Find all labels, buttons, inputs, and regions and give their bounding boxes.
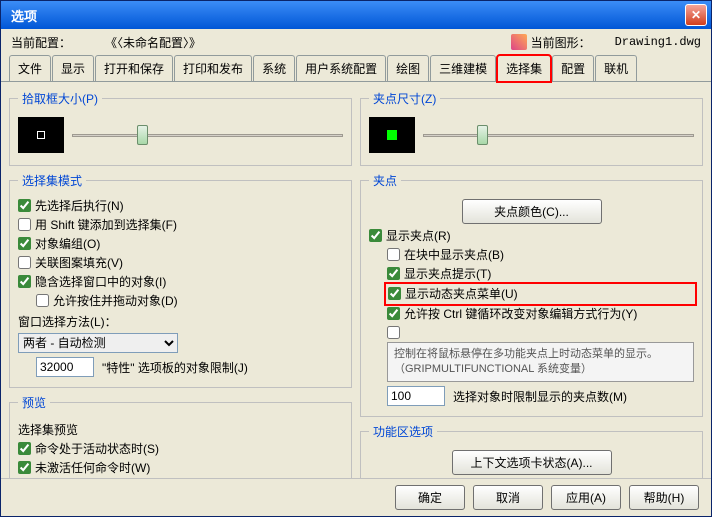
properties-limit-input[interactable] <box>36 357 94 377</box>
tab-plot[interactable]: 打印和发布 <box>174 55 252 81</box>
gripsize-group: 夹点尺寸(Z) <box>360 90 703 166</box>
ribbon-group: 功能区选项 上下文选项卡状态(A)... <box>360 423 703 478</box>
selection-preview-sub: 选择集预览 <box>18 421 343 438</box>
ctrl-cycle-checkbox[interactable] <box>387 307 400 320</box>
grip-tips-checkbox[interactable] <box>387 267 400 280</box>
tab-bar: 文件 显示 打开和保存 打印和发布 系统 用户系统配置 绘图 三维建模 选择集 … <box>1 55 711 82</box>
tab-open-save[interactable]: 打开和保存 <box>95 55 173 81</box>
current-profile-value: 《〈未命名配置〉》 <box>105 34 201 51</box>
grip-multifunc-note: 控制在将鼠标悬停在多功能夹点上时动态菜单的显示。（GRIPMULTIFUNCTI… <box>387 342 694 382</box>
pickbox-legend: 拾取框大小(P) <box>18 90 102 107</box>
current-drawing-value: Drawing1.dwg <box>615 35 701 49</box>
preview-active-checkbox[interactable] <box>18 442 31 455</box>
current-profile-label: 当前配置： <box>11 34 71 51</box>
pickbox-preview <box>18 117 64 153</box>
tab-user-prefs[interactable]: 用户系统配置 <box>296 55 386 81</box>
ribbon-legend: 功能区选项 <box>369 423 437 440</box>
grip-limit-label: 选择对象时限制显示的夹点数(M) <box>453 388 627 405</box>
grip-multifunc-checkbox[interactable] <box>387 326 400 339</box>
help-button[interactable]: 帮助(H) <box>629 485 699 510</box>
grip-preview <box>369 117 415 153</box>
window-method-label: 窗口选择方法(L)： <box>18 313 343 330</box>
tab-3d[interactable]: 三维建模 <box>430 55 496 81</box>
grips-in-block-checkbox[interactable] <box>387 248 400 261</box>
pickbox-group: 拾取框大小(P) <box>9 90 352 166</box>
grip-color-button[interactable]: 夹点颜色(C)... <box>462 199 602 224</box>
preview-inactive-checkbox[interactable] <box>18 461 31 474</box>
close-icon[interactable]: ✕ <box>685 4 707 26</box>
properties-limit-label: "特性" 选项板的对象限制(J) <box>102 359 248 376</box>
preview-legend: 预览 <box>18 394 50 411</box>
drawing-icon <box>511 34 527 50</box>
tab-display[interactable]: 显示 <box>52 55 94 81</box>
tab-files[interactable]: 文件 <box>9 55 51 81</box>
tab-selection[interactable]: 选择集 <box>497 55 551 82</box>
cancel-button[interactable]: 取消 <box>473 485 543 510</box>
preview-group: 预览 选择集预览 命令处于活动状态时(S) 未激活任何命令时(W) 视觉效果设置… <box>9 394 352 478</box>
grips-group: 夹点 夹点颜色(C)... 显示夹点(R) 在块中显示夹点(B) 显示夹点提示(… <box>360 172 703 417</box>
selection-mode-legend: 选择集模式 <box>18 172 86 189</box>
tab-online[interactable]: 联机 <box>595 55 637 81</box>
contextual-tab-button[interactable]: 上下文选项卡状态(A)... <box>452 450 612 475</box>
tab-system[interactable]: 系统 <box>253 55 295 81</box>
shift-add-checkbox[interactable] <box>18 218 31 231</box>
object-group-checkbox[interactable] <box>18 237 31 250</box>
current-drawing-label: 当前图形： <box>531 34 591 51</box>
gripsize-legend: 夹点尺寸(Z) <box>369 90 440 107</box>
window-title: 选项 <box>5 6 685 25</box>
implied-window-checkbox[interactable] <box>18 275 31 288</box>
tab-drafting[interactable]: 绘图 <box>387 55 429 81</box>
tab-profiles[interactable]: 配置 <box>552 55 594 81</box>
show-grips-checkbox[interactable] <box>369 229 382 242</box>
gripsize-slider[interactable] <box>423 123 694 147</box>
ok-button[interactable]: 确定 <box>395 485 465 510</box>
grips-legend: 夹点 <box>369 172 401 189</box>
dynamic-grip-menu-checkbox[interactable] <box>388 287 401 300</box>
press-drag-checkbox[interactable] <box>36 294 49 307</box>
grip-limit-input[interactable] <box>387 386 445 406</box>
apply-button[interactable]: 应用(A) <box>551 485 621 510</box>
assoc-hatch-checkbox[interactable] <box>18 256 31 269</box>
selection-mode-group: 选择集模式 先选择后执行(N) 用 Shift 键添加到选择集(F) 对象编组(… <box>9 172 352 388</box>
window-method-select[interactable]: 两者 - 自动检测 <box>18 333 178 353</box>
noun-verb-checkbox[interactable] <box>18 199 31 212</box>
pickbox-slider[interactable] <box>72 123 343 147</box>
